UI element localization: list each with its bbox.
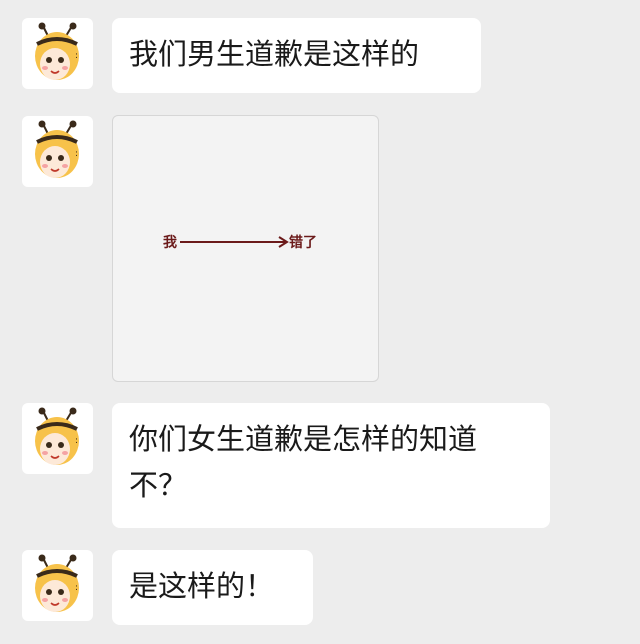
image-message[interactable]: 我 错了 — [112, 115, 379, 382]
bee-avatar-icon: : — [35, 22, 79, 80]
contact-avatar[interactable]: : — [22, 116, 93, 187]
arrow-image: 我 错了 — [163, 234, 317, 251]
contact-avatar[interactable]: : — [22, 403, 93, 474]
message-text-line-2: 不？ — [129, 468, 188, 502]
bee-avatar-icon: : — [35, 407, 79, 465]
message-text: 我们男生道歉是这样的 — [129, 37, 420, 71]
contact-avatar[interactable]: : — [22, 550, 93, 621]
message-bubble[interactable]: 你们女生道歉是怎样的知道 不？ — [112, 403, 550, 528]
message-bubble[interactable]: 我们男生道歉是这样的 — [112, 18, 481, 93]
contact-avatar[interactable]: : — [22, 18, 93, 89]
message-text-line-1: 你们女生道歉是怎样的知道 — [129, 422, 478, 456]
message-text: 是这样的！ — [129, 569, 275, 603]
bee-avatar-icon: : — [35, 120, 79, 178]
bee-avatar-icon: : — [35, 554, 79, 612]
svg-text::: : — [75, 583, 78, 593]
message-bubble[interactable]: 是这样的！ — [112, 550, 313, 625]
image-left-text: 我 — [163, 235, 177, 251]
svg-text::: : — [75, 149, 78, 159]
svg-text::: : — [75, 51, 78, 61]
svg-text::: : — [75, 436, 78, 446]
image-right-text: 错了 — [289, 234, 317, 251]
